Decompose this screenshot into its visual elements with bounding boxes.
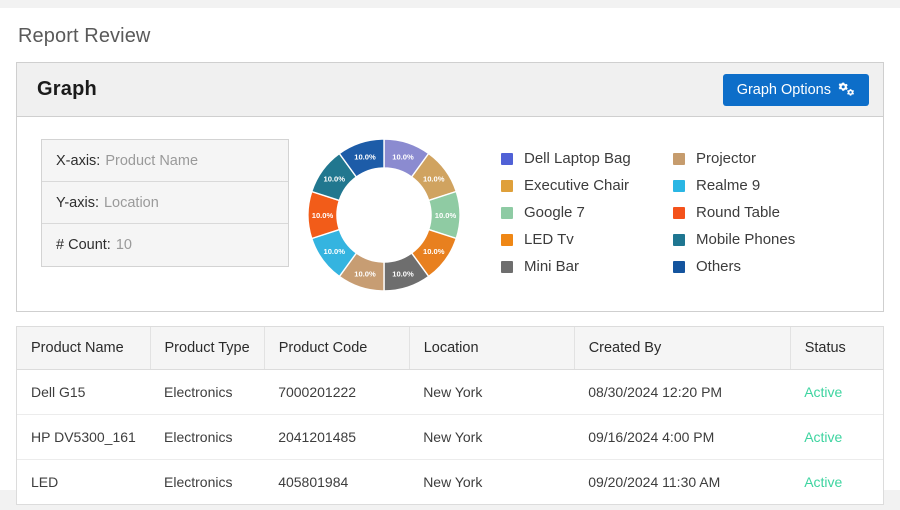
legend-label: Google 7 [524, 204, 585, 221]
legend-item[interactable]: Dell Laptop Bag [501, 145, 673, 172]
legend-item[interactable]: Executive Chair [501, 172, 673, 199]
donut-slice-label: 10.0% [423, 247, 445, 256]
legend-swatch-icon [673, 206, 685, 219]
cell-product-code: 2041201485 [264, 414, 410, 460]
graph-card: Graph Graph Options X-axis: Product Name… [16, 62, 884, 312]
legend-item[interactable]: Projector [673, 145, 871, 172]
axis-info-y-axis: Y-axis: Location [42, 182, 288, 224]
legend-label: Mobile Phones [696, 231, 796, 248]
column-header-status[interactable]: Status [790, 327, 883, 370]
legend-swatch-icon [673, 179, 685, 192]
axis-info-x-axis-value: Product Name [105, 152, 199, 169]
legend-swatch-icon [501, 260, 513, 273]
table-row[interactable]: HP DV5300_161 Electronics 2041201485 New Yo… [17, 414, 883, 460]
legend-label: Dell Laptop Bag [524, 150, 631, 167]
donut-slice-label: 10.0% [312, 211, 334, 220]
table-header: Product Name Product Type Product Code L… [17, 327, 883, 370]
axis-info-count: # Count: 10 [42, 224, 288, 266]
table-row[interactable]: Dell G15 Electronics 7000201222 New York 08/… [17, 369, 883, 415]
donut-slice-label: 10.0% [323, 247, 345, 256]
graph-options-button[interactable]: Graph Options [722, 73, 869, 106]
legend-swatch-icon [673, 260, 685, 273]
column-header-product-name[interactable]: Product Name [17, 327, 151, 370]
legend-swatch-icon [501, 206, 513, 219]
column-header-location[interactable]: Location [409, 327, 575, 370]
legend-item[interactable]: Others [673, 253, 871, 280]
legend-item[interactable]: Mini Bar [501, 253, 673, 280]
donut-slice-label: 10.0% [392, 152, 414, 161]
donut-slice-label: 10.0% [323, 175, 345, 184]
report-table-container: Product Name Product Type Product Code L… [16, 326, 884, 505]
graph-heading: Graph [37, 78, 97, 100]
column-header-product-code[interactable]: Product Code [264, 327, 410, 370]
axis-info-x-axis-key: X-axis: [56, 152, 101, 169]
donut-chart: 10.0% 10.0% 10.0% 10.0% 10.0% 10.0% 10.0% 10.0%… [307, 138, 461, 292]
cell-status: Active [790, 369, 883, 415]
cell-product-type: Electronics [164, 474, 233, 490]
cell-product-type: Electronics [150, 369, 265, 415]
cell-product-code: 405801984 [278, 474, 349, 490]
axis-info-count-key: # Count: [56, 237, 111, 253]
cell-location: New York [409, 369, 575, 415]
legend-item[interactable]: Google 7 [501, 199, 673, 226]
report-table: Product Name Product Type Product Code L… [17, 327, 883, 504]
axis-info-x-axis: X-axis: Product Name [42, 140, 288, 182]
axis-info-list: X-axis: Product Name Y-axis: Location # … [41, 139, 289, 267]
legend-label: Others [696, 258, 742, 275]
table-row[interactable]: LED Electronics 405801984 New York 09/20/202… [17, 460, 883, 505]
cell-status: Active [790, 414, 883, 460]
table-body: Dell G15 Electronics 7000201222 New York 08/… [17, 369, 883, 505]
legend-item[interactable]: LED Tv [501, 226, 673, 253]
gears-icon [838, 82, 855, 97]
cell-location: New York [423, 474, 483, 490]
legend-swatch-icon [501, 179, 513, 192]
chart-legend: Dell Laptop Bag Projector Executive Chair R… [479, 131, 871, 280]
donut-slice-label: 10.0% [354, 269, 376, 278]
legend-label: Executive Chair [524, 177, 630, 194]
cell-location: New York [409, 414, 575, 460]
donut-slice-label: 10.0% [423, 175, 445, 184]
cell-created-by: 09/20/2024 11:30 AM [588, 474, 721, 490]
donut-chart-container: 10.0% 10.0% 10.0% 10.0% 10.0% 10.0% 10.0% 10.0%… [289, 131, 479, 295]
donut-slice-label: 10.0% [392, 269, 414, 278]
legend-label: Projector [696, 150, 757, 167]
legend-label: Realme 9 [696, 177, 761, 194]
graph-card-header: Graph Graph Options [17, 63, 883, 117]
table-header-row: Product Name Product Type Product Code L… [17, 327, 883, 370]
report-review-page: Report Review Graph Graph Options X-axis… [0, 8, 900, 505]
legend-label: LED Tv [524, 231, 574, 248]
graph-options-label: Graph Options [736, 81, 831, 98]
cell-created-by: 09/16/2024 4:00 PM [574, 414, 791, 460]
graph-card-body: X-axis: Product Name Y-axis: Location # … [17, 117, 883, 311]
legend-item[interactable]: Round Table [673, 199, 871, 226]
cell-product-code: 7000201222 [264, 369, 410, 415]
donut-slice-label: 10.0% [435, 211, 457, 220]
axis-info-y-axis-value: Location [103, 194, 159, 211]
legend-label: Mini Bar [524, 258, 580, 275]
column-header-created-by[interactable]: Created By [574, 327, 791, 370]
legend-item[interactable]: Mobile Phones [673, 226, 871, 253]
legend-label: Round Table [696, 204, 780, 221]
cell-created-by: 08/30/2024 12:20 PM [574, 369, 791, 415]
cell-product-name: HP DV5300_161 [17, 414, 150, 460]
axis-info-y-axis-key: Y-axis: [56, 194, 99, 211]
legend-item[interactable]: Realme 9 [673, 172, 871, 199]
legend-swatch-icon [501, 152, 513, 165]
legend-swatch-icon [501, 233, 513, 246]
legend-swatch-icon [673, 233, 685, 246]
cell-status: Active [804, 474, 843, 490]
page-title: Report Review [18, 25, 151, 47]
cell-product-name: Dell G15 [17, 369, 150, 415]
axis-info-count-value: 10 [115, 237, 132, 253]
column-header-product-type[interactable]: Product Type [150, 327, 265, 370]
donut-slice-label: 10.0% [354, 152, 376, 161]
cell-product-name: LED [31, 474, 59, 490]
legend-swatch-icon [673, 152, 685, 165]
cell-product-type: Electronics [150, 414, 265, 460]
